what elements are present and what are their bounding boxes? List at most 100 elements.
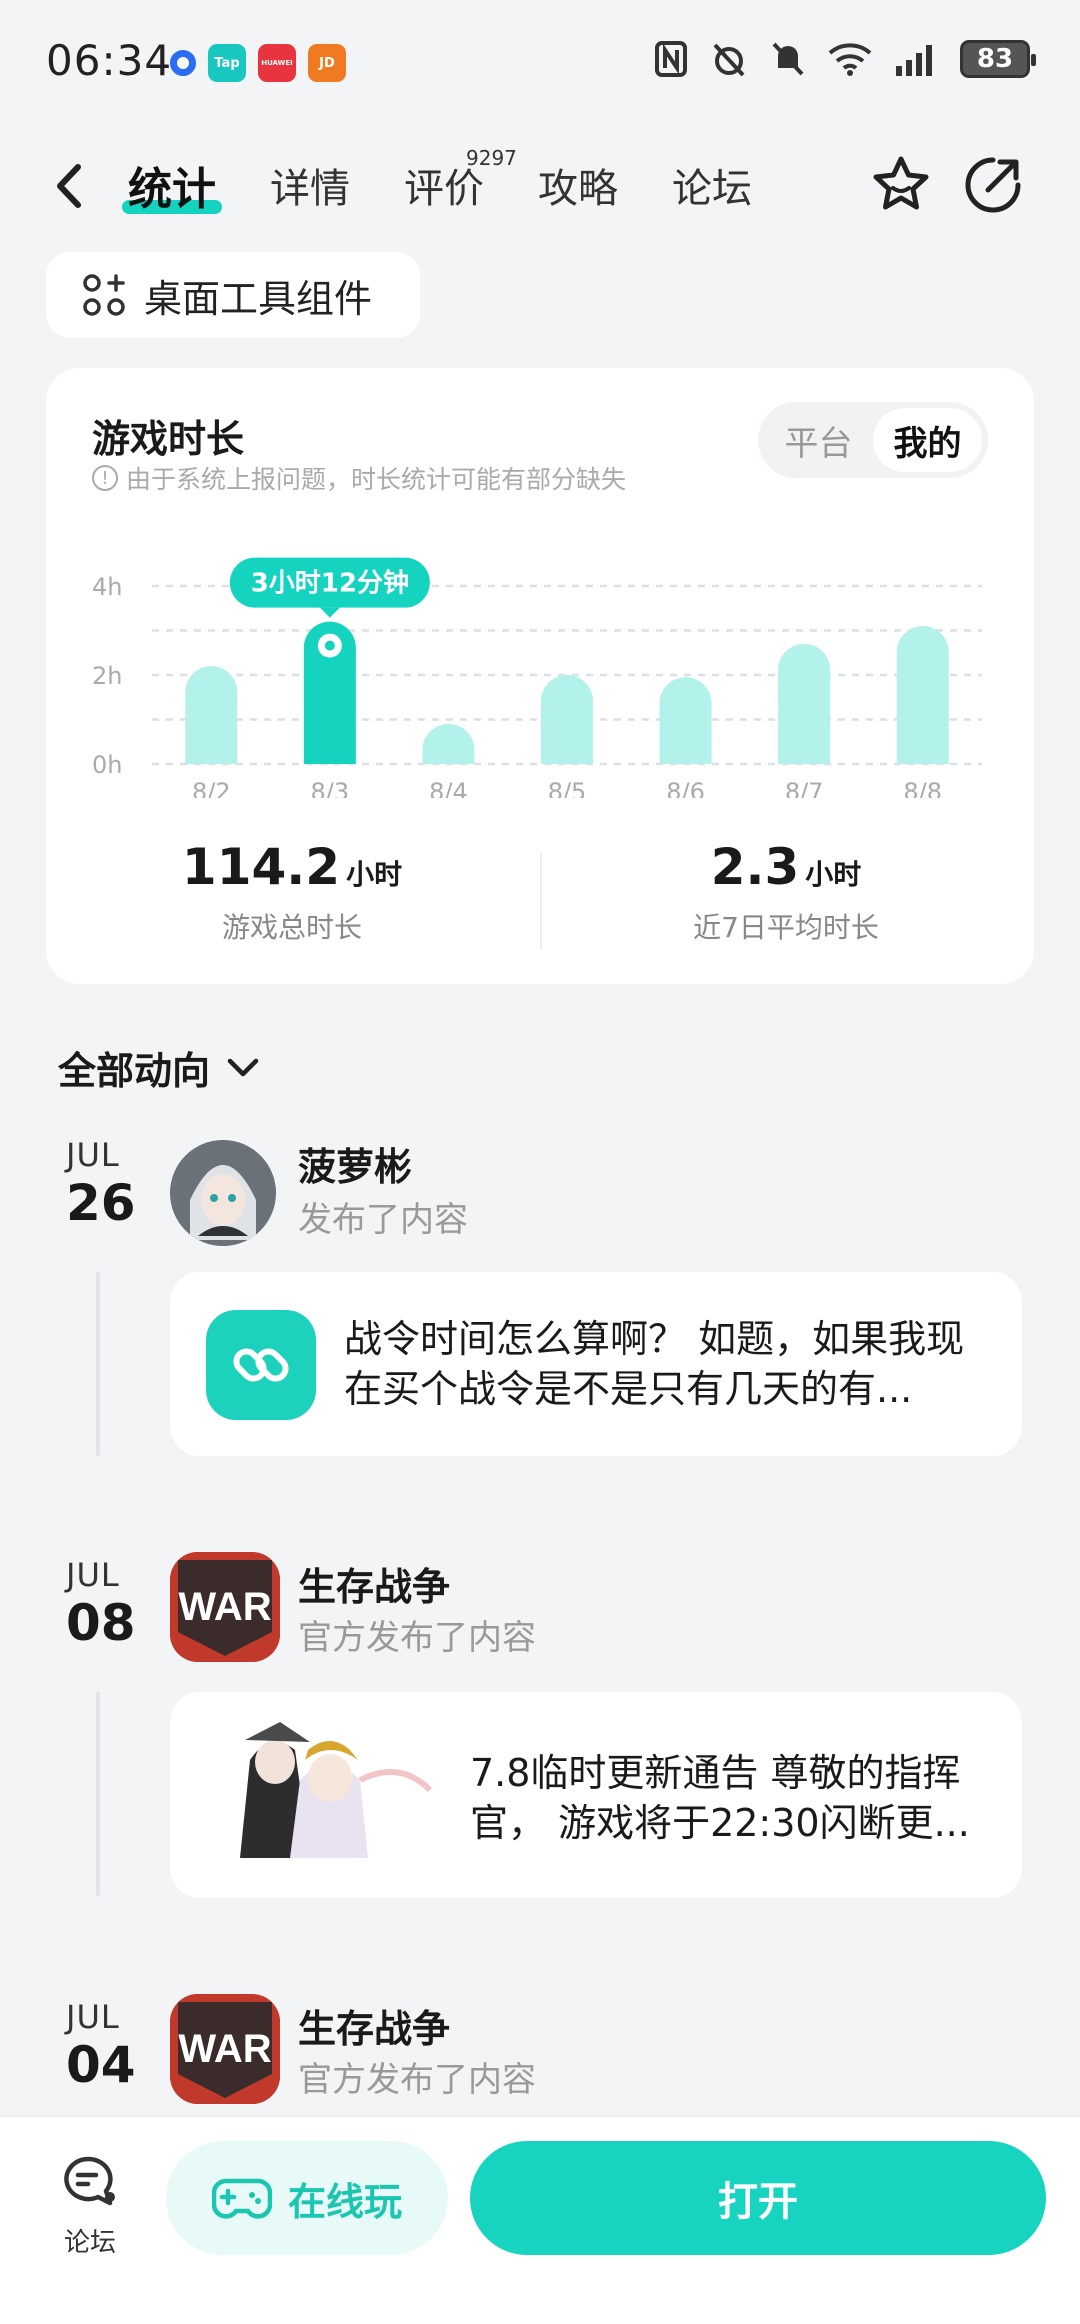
- link-post-badge: [206, 1310, 316, 1420]
- chart-tooltip-pointer: [319, 607, 340, 618]
- top-nav: 统计 详情 评价 9297 攻略 论坛: [0, 140, 1080, 230]
- y-tick-label: 4h: [92, 573, 122, 601]
- browser-notification-icon: [170, 50, 196, 76]
- play-time-card: 游戏时长 ! 由于系统上报问题，时长统计可能有部分缺失 平台 我的 0h 2h 4h…: [46, 368, 1034, 984]
- average-time-stat: 2.3 小时 近7日平均时长: [566, 838, 1006, 946]
- status-system-icons: 83: [654, 40, 1036, 78]
- feed-item: JUL 08 WAR 生存战争 官方发布了内容 7.8临时更新通告 尊敬的指挥官…: [0, 1550, 1080, 1900]
- source-segment-control: 平台 我的: [758, 402, 988, 478]
- feed-item: JUL 26 菠萝彬 发布了内容 战令时间怎么算啊？ 如题，如果我现在买个战令是…: [0, 1130, 1080, 1460]
- war-logo-icon: WAR: [170, 1994, 280, 2104]
- war-logo-icon: WAR: [170, 1552, 280, 1662]
- battery-indicator: 83: [960, 40, 1036, 78]
- link-icon: [233, 1348, 289, 1382]
- status-bar: 06:34 Tap HUAWEI JD 83: [0, 0, 1080, 130]
- segment-mine[interactable]: 我的: [873, 408, 982, 472]
- play-online-button[interactable]: 在线玩: [166, 2141, 448, 2255]
- card-note: ! 由于系统上报问题，时长统计可能有部分缺失: [92, 460, 626, 496]
- chart-bar: [541, 675, 593, 764]
- feed-author[interactable]: 生存战争: [298, 1998, 450, 2053]
- war-logo-text: WAR: [178, 1585, 271, 1629]
- average-time-value: 2.3: [710, 838, 800, 896]
- play-online-label: 在线玩: [287, 2179, 402, 2224]
- back-button[interactable]: [50, 158, 100, 214]
- forum-shortcut-label: 论坛: [63, 2228, 116, 2258]
- forum-chat-icon: [64, 2156, 115, 2206]
- open-game-button[interactable]: 打开: [470, 2141, 1046, 2255]
- total-time-label: 游戏总时长: [221, 911, 362, 944]
- x-tick-label: 8/6: [666, 778, 705, 798]
- game-logo[interactable]: WAR: [170, 1994, 280, 2104]
- chart-bar: [185, 666, 238, 764]
- user-avatar-image: [170, 1140, 276, 1246]
- favorite-button[interactable]: [868, 152, 934, 218]
- status-app-icons: Tap HUAWEI JD: [170, 44, 346, 82]
- feed-author[interactable]: 菠萝彬: [298, 1136, 412, 1191]
- widget-grid-icon: [83, 274, 125, 316]
- average-time-unit: 小时: [805, 858, 862, 891]
- desktop-widget-button[interactable]: 桌面工具组件: [46, 252, 420, 338]
- status-time: 06:34: [46, 36, 173, 85]
- info-icon: !: [92, 465, 118, 491]
- tab-guides[interactable]: 攻略: [538, 154, 618, 216]
- y-tick-label: 2h: [92, 662, 122, 690]
- huawei-notification-icon: HUAWEI: [258, 44, 296, 82]
- post-text: 战令时间怎么算啊？ 如题，如果我现在买个战令是不是只有几天的有...: [344, 1317, 965, 1411]
- tab-stats[interactable]: 统计: [122, 154, 222, 216]
- feed-filter-dropdown[interactable]: 全部动向: [58, 1040, 260, 1095]
- tab-details[interactable]: 详情: [270, 154, 350, 216]
- star-icon: [873, 156, 929, 210]
- alarm-off-icon: [713, 43, 745, 77]
- feed-item-month: JUL: [66, 1998, 120, 2036]
- feed-author[interactable]: 生存战争: [298, 1556, 450, 1611]
- post-card[interactable]: 7.8临时更新通告 尊敬的指挥官， 游戏将于22:30闪断更...: [170, 1692, 1022, 1898]
- total-time-stat: 114.2 小时 游戏总时长: [72, 838, 512, 946]
- x-tick-label: 8/2: [192, 778, 231, 798]
- play-time-chart: 0h 2h 4h 8/2 8/3 3小时12分钟 8/4 8/5 8/6 8/7 8/8: [92, 557, 982, 798]
- chart-bar: [896, 626, 949, 764]
- total-time-value: 114.2: [181, 838, 341, 896]
- x-tick-label: 8/5: [548, 778, 587, 798]
- feed-item: JUL 04 WAR 生存战争 官方发布了内容: [0, 1992, 1080, 2116]
- tab-bar: 统计 详情 评价 9297 攻略 论坛: [122, 146, 752, 216]
- bottom-action-bar: 论坛 在线玩 打开: [0, 2116, 1080, 2324]
- feed-action: 官方发布了内容: [298, 2060, 536, 2100]
- card-title: 游戏时长: [92, 417, 245, 461]
- nfc-icon: [655, 41, 687, 77]
- feed-action: 官方发布了内容: [298, 1618, 536, 1658]
- game-logo[interactable]: WAR: [170, 1552, 280, 1662]
- feed-item-day: 08: [66, 1594, 136, 1652]
- chart-bar: [778, 643, 831, 764]
- feed-item-month: JUL: [66, 1556, 120, 1594]
- tab-reviews[interactable]: 评价 9297: [404, 146, 517, 216]
- wifi-icon: [828, 43, 872, 76]
- signal-icon: [896, 45, 932, 76]
- feed-action: 发布了内容: [298, 1200, 468, 1240]
- average-time-label: 近7日平均时长: [693, 911, 879, 944]
- post-card[interactable]: 战令时间怎么算啊？ 如题，如果我现在买个战令是不是只有几天的有...: [170, 1272, 1022, 1456]
- y-tick-label: 0h: [92, 751, 122, 779]
- share-icon: [965, 157, 1021, 213]
- post-thumbnail-image: [200, 1720, 440, 1858]
- feed-filter-label: 全部动向: [58, 1049, 211, 1093]
- share-button[interactable]: [960, 152, 1026, 218]
- jd-notification-icon: JD: [308, 44, 346, 82]
- tab-forum[interactable]: 论坛: [672, 154, 752, 216]
- segment-platform[interactable]: 平台: [764, 408, 873, 472]
- back-arrow-icon: [57, 164, 81, 208]
- post-text: 7.8临时更新通告 尊敬的指挥官， 游戏将于22:30闪断更...: [470, 1751, 970, 1845]
- x-tick-label: 8/3: [311, 778, 350, 798]
- chevron-down-icon: [227, 1058, 259, 1076]
- chart-bar: [659, 677, 712, 764]
- gamepad-icon: [211, 2178, 272, 2219]
- chart-tooltip-text: 3小时12分钟: [251, 568, 409, 599]
- stat-divider: [540, 854, 542, 950]
- avatar[interactable]: [170, 1140, 276, 1246]
- x-tick-label: 8/8: [903, 778, 942, 798]
- forum-shortcut[interactable]: 论坛: [50, 2153, 130, 2259]
- feed-item-day: 26: [66, 1174, 136, 1232]
- desktop-widget-label: 桌面工具组件: [144, 276, 373, 321]
- chart-bar: [422, 723, 475, 764]
- review-count-badge: 9297: [466, 146, 517, 170]
- x-tick-label: 8/4: [429, 778, 468, 798]
